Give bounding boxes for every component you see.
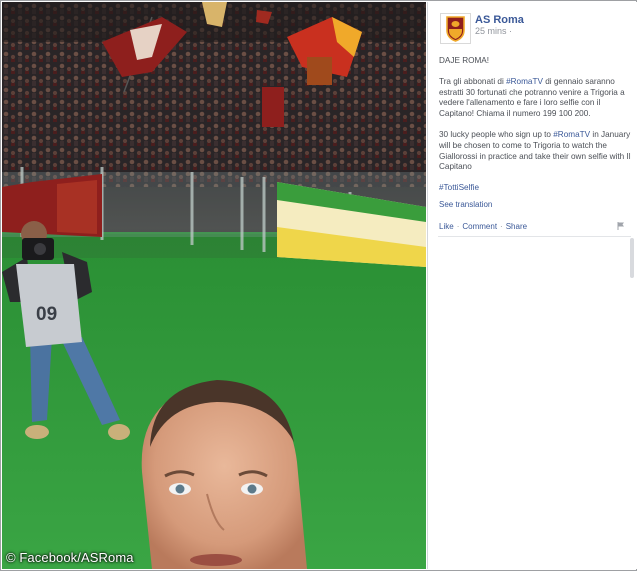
action-separator: · — [456, 222, 460, 231]
hashtag-tottiselfie-link[interactable]: #TottiSelfie — [439, 183, 479, 192]
bib-number: 09 — [36, 304, 57, 325]
post-timestamp[interactable]: 25 mins · — [475, 26, 512, 36]
like-button[interactable]: Like — [439, 222, 454, 231]
english-text-start: 30 lucky people who sign up to — [439, 129, 554, 139]
page-avatar[interactable] — [440, 13, 471, 44]
screenshot-frame: 09 © Facebook/ASRoma AS Roma 25 mins · D… — [0, 0, 637, 571]
hashtag-romatv-link-english[interactable]: #RomaTV — [553, 130, 590, 139]
roma-crest-icon — [446, 16, 465, 42]
post-italian-paragraph: Tra gli abbonati di #RomaTV di gennaio s… — [439, 77, 634, 120]
comment-divider — [438, 236, 631, 237]
post-panel: AS Roma 25 mins · DAJE ROMA! Tra gli abb… — [427, 2, 637, 569]
italian-text-start: Tra gli abbonati di — [439, 76, 507, 86]
post-english-paragraph: 30 lucky people who sign up to #RomaTV i… — [439, 130, 634, 173]
comment-button[interactable]: Comment — [462, 222, 497, 231]
action-separator: · — [500, 222, 503, 231]
page-name-link[interactable]: AS Roma — [475, 14, 524, 26]
flag-icon[interactable] — [617, 222, 625, 230]
photo-credit: © Facebook/ASRoma — [6, 550, 134, 565]
hashtag-romatv-link[interactable]: #RomaTV — [506, 77, 543, 86]
share-button[interactable]: Share — [506, 222, 527, 231]
comments-scrollbar[interactable] — [630, 238, 634, 278]
selfie-scene: 09 — [2, 2, 426, 569]
see-translation-link[interactable]: See translation — [439, 200, 492, 209]
post-hashtag-line: #TottiSelfie — [439, 183, 634, 194]
post-photo[interactable]: 09 © Facebook/ASRoma — [2, 2, 426, 569]
post-greeting: DAJE ROMA! — [439, 56, 490, 65]
post-actions: Like · Comment · Share — [439, 222, 527, 231]
post-text: DAJE ROMA! Tra gli abbonati di #RomaTV d… — [439, 56, 634, 204]
